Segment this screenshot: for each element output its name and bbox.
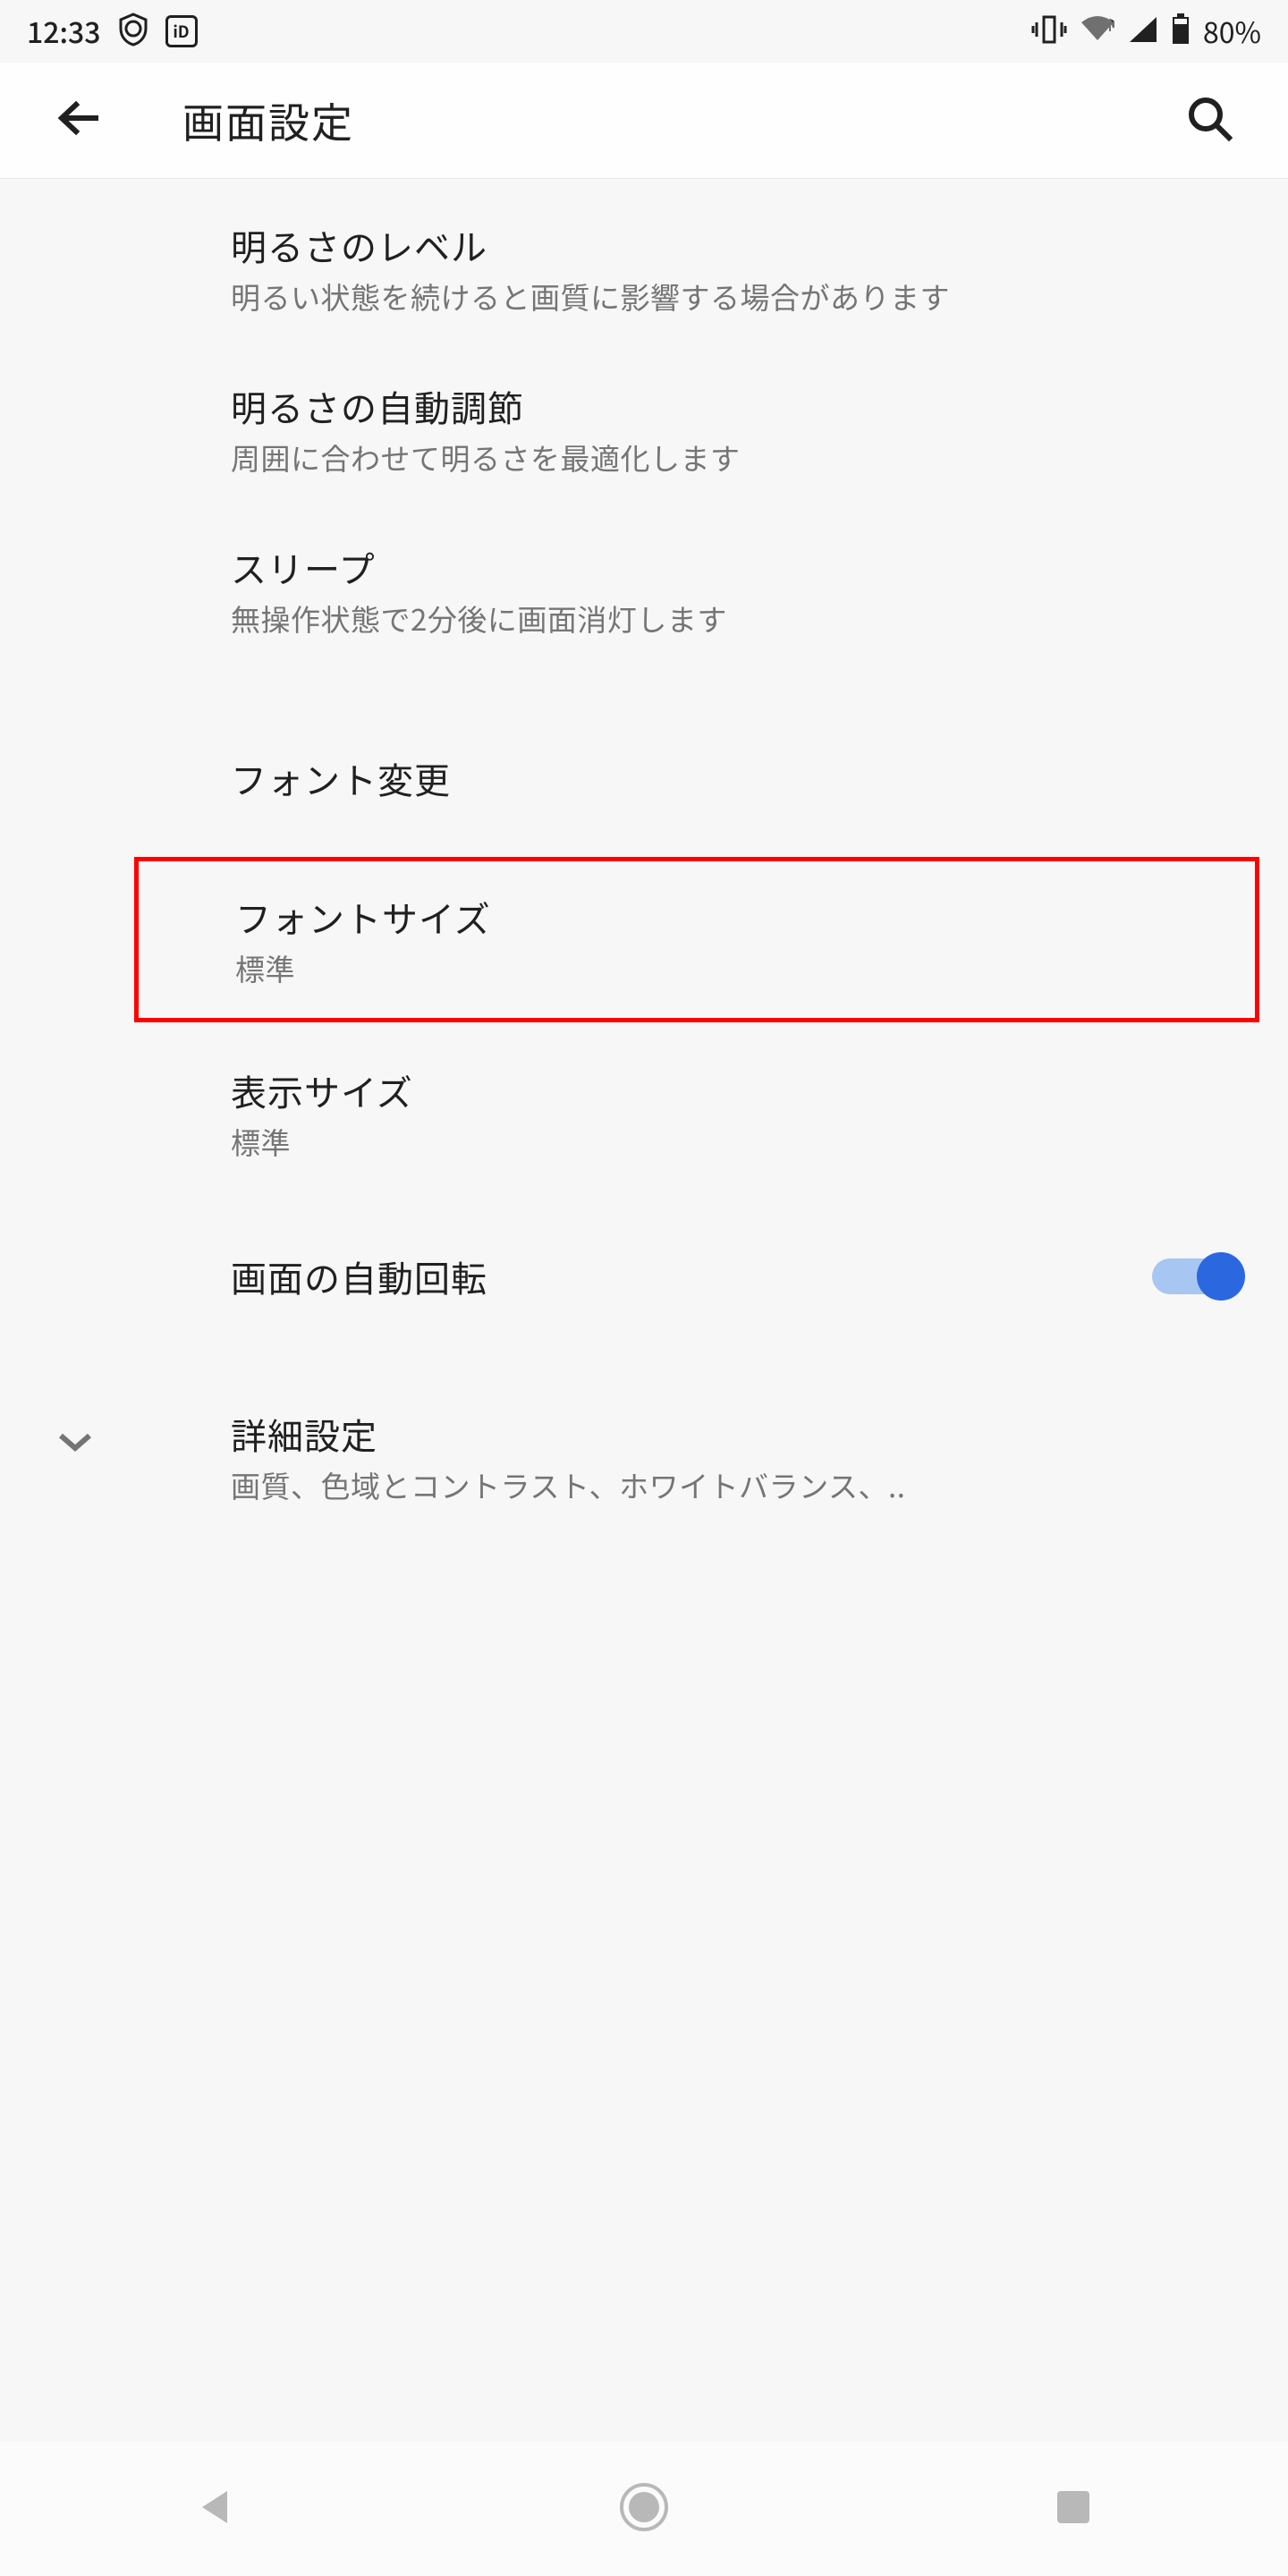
- navigation-bar: [0, 2442, 1288, 2576]
- search-button[interactable]: [1174, 85, 1245, 157]
- arrow-back-icon: [55, 94, 103, 147]
- setting-brightness-level[interactable]: 明るさのレベル 明るい状態を続けると画質に影響する場合があります: [0, 188, 1288, 349]
- status-left: 12:33 iD: [27, 11, 198, 52]
- setting-title: 明るさの自動調節: [231, 379, 1254, 433]
- status-bar: 12:33 iD 80%: [0, 0, 1288, 63]
- search-icon: [1184, 93, 1234, 148]
- setting-desc: 明るい状態を続けると画質に影響する場合があります: [231, 275, 1254, 318]
- battery-icon: [1171, 13, 1191, 50]
- setting-title: フォント変更: [231, 751, 1254, 805]
- nav-home-button[interactable]: [546, 2469, 742, 2549]
- setting-font-change[interactable]: フォント変更: [0, 710, 1288, 846]
- chevron-down-icon: [55, 1428, 95, 1458]
- cellular-icon: [1128, 15, 1158, 48]
- setting-title: 表示サイズ: [231, 1063, 1254, 1117]
- shield-icon: [117, 13, 149, 51]
- setting-desc: 周囲に合わせて明るさを最適化します: [231, 436, 1254, 479]
- setting-title: 明るさのレベル: [231, 218, 1254, 272]
- nav-recent-icon: [1055, 2489, 1091, 2529]
- app-bar: 画面設定: [0, 63, 1288, 179]
- nav-home-icon: [619, 2482, 669, 2537]
- id-icon: iD: [165, 15, 198, 47]
- setting-auto-rotate[interactable]: 画面の自動回転: [0, 1208, 1288, 1344]
- status-time: 12:33: [27, 11, 101, 52]
- setting-desc: 画質、色域とコントラスト、ホワイトバランス、..: [231, 1464, 1254, 1507]
- toggle-knob: [1197, 1252, 1245, 1301]
- setting-auto-brightness[interactable]: 明るさの自動調節 周囲に合わせて明るさを最適化します: [0, 349, 1288, 510]
- auto-rotate-toggle[interactable]: [1152, 1258, 1234, 1294]
- wifi-icon: [1080, 15, 1115, 48]
- nav-back-button[interactable]: [116, 2469, 313, 2549]
- settings-list: 明るさのレベル 明るい状態を続けると画質に影響する場合があります 明るさの自動調…: [0, 179, 1288, 1538]
- nav-recent-button[interactable]: [975, 2469, 1172, 2549]
- setting-advanced[interactable]: 詳細設定 画質、色域とコントラスト、ホワイトバランス、..: [0, 1377, 1288, 1538]
- battery-percentage: 80%: [1203, 11, 1261, 52]
- status-right: 80%: [1031, 11, 1261, 52]
- setting-title: スリープ: [231, 540, 1254, 594]
- setting-desc: 無操作状態で2分後に画面消灯します: [231, 597, 1254, 640]
- setting-font-size[interactable]: フォントサイズ 標準: [134, 857, 1259, 1023]
- setting-title: 画面の自動回転: [231, 1250, 1127, 1303]
- setting-display-size[interactable]: 表示サイズ 標準: [0, 1033, 1288, 1194]
- vibration-icon: [1031, 13, 1067, 50]
- setting-title: 詳細設定: [231, 1407, 1254, 1461]
- setting-title: フォントサイズ: [235, 890, 1237, 944]
- setting-desc: 標準: [231, 1121, 1254, 1164]
- back-button[interactable]: [43, 85, 114, 157]
- setting-sleep[interactable]: スリープ 無操作状態で2分後に画面消灯します: [0, 510, 1288, 671]
- setting-desc: 標準: [235, 947, 1237, 990]
- nav-back-icon: [197, 2486, 233, 2533]
- page-title: 画面設定: [182, 91, 1174, 150]
